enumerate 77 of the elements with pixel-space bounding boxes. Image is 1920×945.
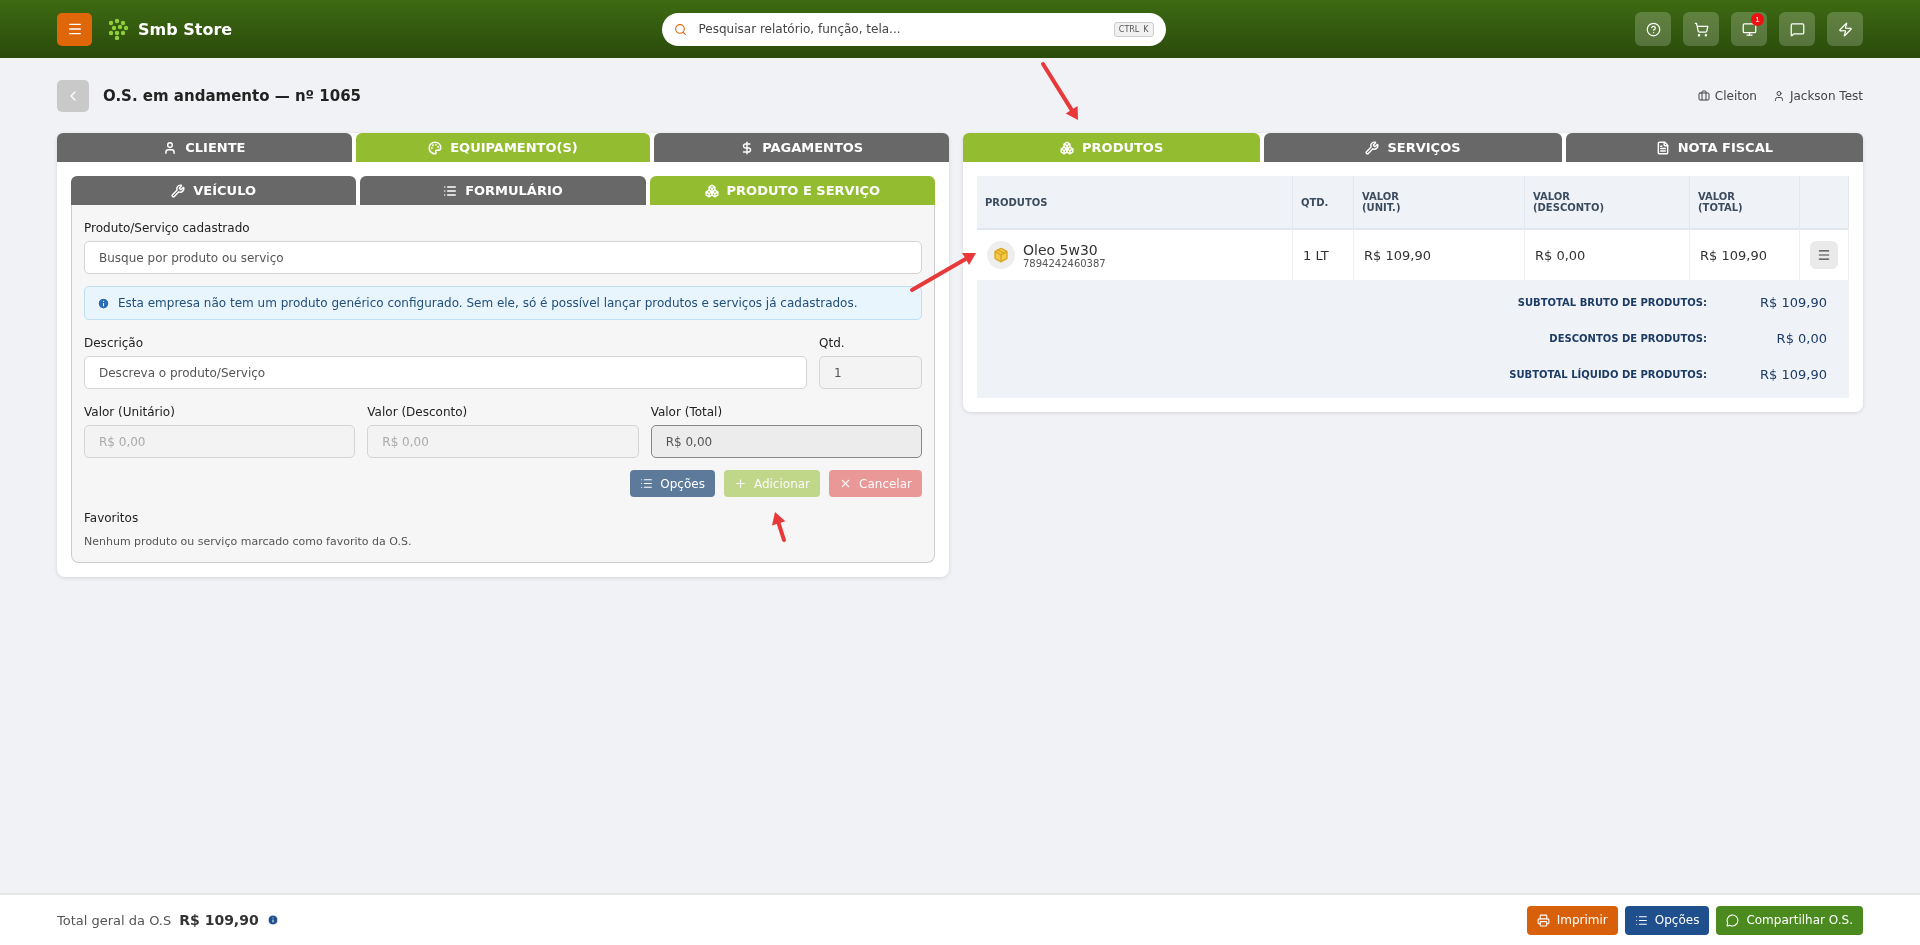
total-label: SUBTOTAL BRUTO DE PRODUTOS:: [1517, 296, 1707, 308]
header-button[interactable]: [1779, 12, 1815, 46]
boxes-icon: [1060, 140, 1075, 155]
boxes-icon: [704, 183, 719, 198]
footer-button[interactable]: Imprimir: [1526, 905, 1618, 935]
input-field[interactable]: R$ 0,00: [650, 425, 922, 458]
menu-icon: [1817, 248, 1831, 262]
help-icon: [1645, 21, 1661, 37]
field-label: Descrição: [84, 336, 145, 350]
page-title: O.S. em andamento — nº 1065: [103, 86, 362, 105]
footer-button[interactable]: Compartilhar O.S.: [1716, 905, 1863, 935]
lightning-icon: [1837, 21, 1853, 37]
table-cell: 1 LT: [1293, 228, 1354, 280]
tab[interactable]: SERVIÇOS: [1264, 133, 1562, 162]
tools-icon: [171, 183, 186, 198]
person-icon: [163, 140, 178, 155]
field-label: Valor (Desconto): [367, 405, 469, 419]
person-icon: [1772, 89, 1785, 102]
field-label: Valor (Total): [650, 405, 724, 419]
plus-icon: [733, 477, 747, 490]
field-label: Valor (Unitário): [84, 405, 176, 419]
header-button[interactable]: 1: [1731, 12, 1767, 46]
briefcase-icon: [1697, 89, 1710, 102]
annotation-arrow: [772, 512, 786, 542]
menu-button[interactable]: [57, 12, 92, 46]
palette-icon: [428, 140, 443, 155]
total-value: R$ 0,00: [1775, 330, 1827, 346]
product-name: Oleo 5w30: [1023, 241, 1099, 258]
info-icon: [266, 914, 279, 926]
empty-message: Nenhum produto ou serviço marcado como favorito da O.S.: [84, 535, 413, 548]
table-cell: R$ 109,90: [1690, 228, 1800, 280]
info-icon: [97, 296, 110, 310]
user-name: Cleiton: [1714, 88, 1757, 103]
package-icon: [987, 241, 1015, 269]
section-title: Favoritos: [84, 511, 140, 525]
notification-badge: 1: [1751, 13, 1764, 26]
header-button[interactable]: [1635, 12, 1671, 46]
tab[interactable]: VEÍCULO: [71, 176, 357, 205]
table-cell: R$ 0,00: [1525, 228, 1690, 280]
tab[interactable]: CLIENTE: [57, 133, 352, 162]
header-button[interactable]: [1683, 12, 1719, 46]
search-icon: [673, 22, 687, 36]
field-label: Qtd.: [819, 336, 846, 350]
user-name: Jackson Test: [1789, 88, 1863, 103]
monitor-icon: [1741, 21, 1757, 37]
document-icon: [1655, 140, 1670, 155]
total-label: DESCONTOS DE PRODUTOS:: [1549, 332, 1707, 344]
tab[interactable]: NOTA FISCAL: [1565, 133, 1863, 162]
total-value: R$ 109,90: [1759, 294, 1827, 310]
total-value: R$ 109,90: [1759, 366, 1827, 382]
header-button[interactable]: [1827, 12, 1863, 46]
product-code: 7894242460387: [1023, 257, 1106, 269]
field-label: Produto/Serviço cadastrado: [84, 221, 251, 235]
brand-name: Smb Store: [138, 19, 233, 39]
table-cell: R$ 109,90: [1354, 228, 1525, 280]
tools-icon: [1365, 140, 1380, 155]
chat-icon: [1726, 913, 1740, 927]
annotation-arrow: [910, 252, 976, 292]
total-label: SUBTOTAL LÍQUIDO DE PRODUTOS:: [1509, 368, 1707, 380]
action-button[interactable]: Opções: [630, 470, 715, 497]
footer-button[interactable]: Opções: [1624, 905, 1710, 935]
total-value: R$ 109,90: [179, 912, 259, 928]
tab[interactable]: PAGAMENTOS: [654, 133, 949, 162]
cart-icon: [1693, 21, 1709, 37]
row-menu-button[interactable]: [1810, 241, 1838, 269]
list-icon: [443, 183, 458, 198]
shortcut-hint: CTRL K: [1113, 21, 1154, 37]
info-text: Esta empresa não tem um produto genérico configurado. Sem ele, só é possível lançar produtos e serviços já cadastrados.: [118, 296, 858, 310]
total-label: Total geral da O.S: [57, 912, 172, 928]
printer-icon: [1536, 913, 1550, 927]
list-icon: [1634, 913, 1648, 927]
annotation-arrow: [1041, 62, 1078, 120]
search-field[interactable]: Pesquisar relatório, função, tela... CTRL K: [661, 12, 1166, 46]
menu-icon: [66, 21, 83, 37]
list-icon: [640, 477, 654, 490]
tab[interactable]: FORMULÁRIO: [360, 176, 646, 205]
chat-icon: [1789, 21, 1805, 37]
